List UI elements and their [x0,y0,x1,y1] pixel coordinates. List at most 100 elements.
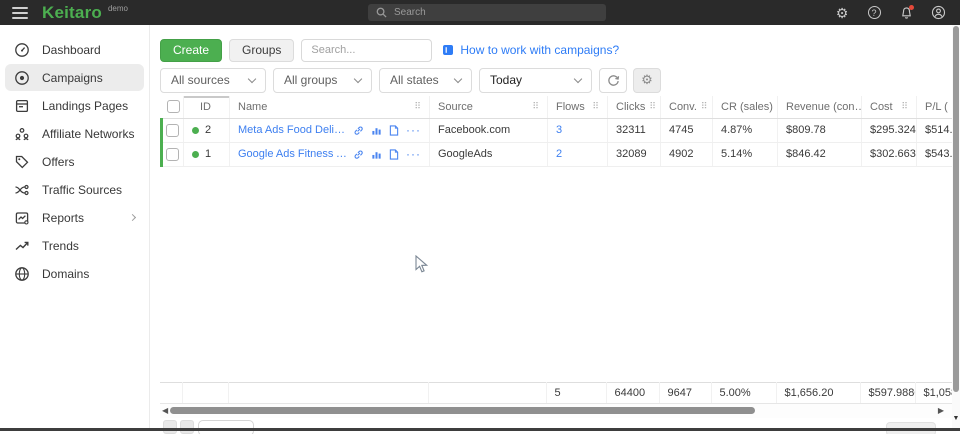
column-header-conv[interactable]: Conv.⠿ [661,96,713,118]
logo[interactable]: Keitaro [42,3,102,23]
traffic-split-icon [14,182,30,198]
dashboard-gauge-icon [14,42,30,58]
column-drag-handle-icon[interactable]: ⠿ [901,101,908,112]
help-icon[interactable]: ? [866,5,882,21]
column-header-name[interactable]: Name⠿ [230,96,430,118]
refresh-button[interactable] [599,68,627,93]
rows-per-page-select[interactable] [198,420,254,434]
column-drag-handle-icon[interactable]: ⠿ [592,101,599,112]
keitaro-app: Keitaro demo ⚙ ? Dashboard [0,0,960,434]
totals-row: 5 64400 9647 5.00% $1,656.20 $597.9880 $… [160,382,952,404]
column-header-clicks[interactable]: Clicks⠿ [608,96,661,118]
campaign-row: 1 Google Ads Fitness App Split ··· [162,142,953,166]
column-header-pl[interactable]: P/L ( [917,96,953,118]
row-checkbox[interactable] [166,124,179,137]
campaign-notes-icon[interactable] [389,149,399,160]
table-settings-button[interactable]: ⚙ [633,68,661,93]
flows-link[interactable]: 3 [556,124,562,136]
trends-line-icon [14,238,30,254]
reports-chart-icon [14,210,30,226]
column-header-id[interactable]: ID [184,96,230,118]
window-bottom-edge [0,428,960,431]
create-button[interactable]: Create [160,39,222,62]
filter-bar: All sources All groups All states Today … [160,67,952,93]
main-content: Create Groups How to work with campaigns… [150,25,952,428]
vertical-scrollbar[interactable]: ▼ [952,25,960,428]
global-search[interactable] [368,4,606,21]
landings-page-icon [14,98,30,114]
column-drag-handle-icon[interactable]: ⠿ [532,101,539,112]
sidebar-item-domains[interactable]: Domains [5,260,144,287]
pagination-strip [160,418,952,428]
campaign-name-link[interactable]: Meta Ads Food Delivery Promo [238,124,347,136]
source-cell: GoogleAds [430,142,548,166]
domains-globe-icon [14,266,30,282]
groups-button[interactable]: Groups [229,39,294,62]
states-filter-select[interactable]: All states [379,68,472,93]
scroll-right-arrow-icon[interactable]: ▶ [938,406,944,416]
global-search-input[interactable] [394,7,598,18]
sources-filter-select[interactable]: All sources [160,68,266,93]
column-drag-handle-icon[interactable]: ⠿ [701,101,708,112]
chevron-down-icon [454,74,462,82]
column-header-revenue[interactable]: Revenue (con…⠿ [778,96,862,118]
column-header-flows[interactable]: Flows⠿ [548,96,608,118]
search-icon [376,7,387,18]
campaigns-table: ID Name⠿ Source⠿ Flows⠿ Clicks⠿ Conv.⠿ C… [160,96,952,404]
affiliate-people-icon [14,126,30,142]
pagination-button[interactable] [180,420,194,434]
column-header-cost[interactable]: Cost⠿ [862,96,917,118]
source-cell: Facebook.com [430,118,548,142]
notifications-bell-icon[interactable] [898,5,914,21]
user-account-icon[interactable] [930,5,946,21]
row-more-actions-icon[interactable]: ··· [406,125,421,135]
campaign-row: 2 Meta Ads Food Delivery Promo ··· [162,118,953,142]
campaigns-target-icon [14,70,30,86]
chevron-right-icon [129,214,136,221]
horizontal-scrollbar[interactable]: ◀ ▶ [160,404,952,418]
gear-icon: ⚙ [641,72,653,88]
campaign-search-input[interactable] [301,39,432,62]
campaign-stats-icon[interactable] [371,149,382,160]
pagination-button[interactable] [163,420,177,434]
sidebar-item-dashboard[interactable]: Dashboard [5,36,144,63]
chevron-down-icon [248,74,256,82]
campaign-link-icon[interactable] [353,125,364,136]
groups-filter-select[interactable]: All groups [273,68,372,93]
row-checkbox[interactable] [166,148,179,161]
column-header-source[interactable]: Source⠿ [430,96,548,118]
horizontal-scrollbar-thumb[interactable] [170,407,755,414]
sidebar-item-landings-pages[interactable]: Landings Pages [5,92,144,119]
hamburger-menu-icon[interactable] [12,4,28,22]
notification-dot [909,5,914,10]
settings-gear-icon[interactable]: ⚙ [834,5,850,21]
topbar-icons: ⚙ ? [834,0,946,25]
refresh-icon [607,74,620,87]
vertical-scrollbar-thumb[interactable] [953,26,959,392]
date-range-select[interactable]: Today [479,68,592,93]
campaign-link-icon[interactable] [353,149,364,160]
sidebar-item-reports[interactable]: Reports [5,204,144,231]
column-drag-handle-icon[interactable]: ⠿ [414,101,421,112]
offers-tag-icon [14,154,30,170]
logo-demo-badge: demo [108,4,128,13]
sidebar-item-campaigns[interactable]: Campaigns [5,64,144,91]
help-campaigns-link[interactable]: How to work with campaigns? [442,43,619,57]
campaign-notes-icon[interactable] [389,125,399,136]
scroll-left-arrow-icon[interactable]: ◀ [162,406,168,416]
column-header-cr[interactable]: CR (sales)⠿ [713,96,778,118]
sidebar-item-offers[interactable]: Offers [5,148,144,175]
campaign-stats-icon[interactable] [371,125,382,136]
campaign-name-link[interactable]: Google Ads Fitness App Split [238,148,347,160]
select-all-checkbox[interactable] [167,100,180,113]
row-more-actions-icon[interactable]: ··· [406,149,421,159]
sidebar-item-affiliate-networks[interactable]: Affiliate Networks [5,120,144,147]
table-header-row: ID Name⠿ Source⠿ Flows⠿ Clicks⠿ Conv.⠿ C… [162,96,953,118]
scroll-down-arrow-icon[interactable]: ▼ [952,415,960,422]
topbar: Keitaro demo ⚙ ? [0,0,960,25]
sidebar-item-traffic-sources[interactable]: Traffic Sources [5,176,144,203]
sidebar-item-trends[interactable]: Trends [5,232,144,259]
column-drag-handle-icon[interactable]: ⠿ [649,101,656,112]
status-dot [192,151,199,158]
flows-link[interactable]: 2 [556,148,562,160]
